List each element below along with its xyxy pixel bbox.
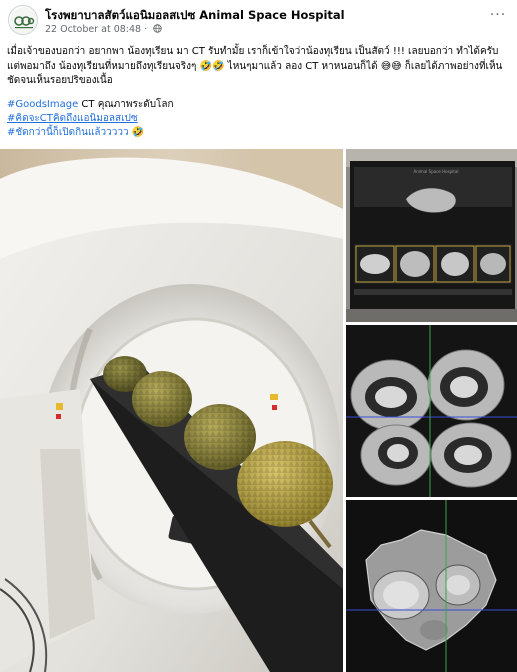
- laugh-emoji: 🤣: [131, 127, 145, 138]
- post-text: เมื่อเจ้าของบอกว่า อยากพา น้องทุเรียน มา…: [7, 46, 503, 86]
- hashtag-line-1: #GoodsImage CT คุณภาพระดับโลก: [7, 98, 174, 112]
- post-meta: 22 October at 08:48 ·: [45, 24, 162, 35]
- ct-scanner-durian-photo[interactable]: [0, 149, 343, 672]
- hashtag-line-3: #ชัดกว่านี้ก็เปิดกินแล้ววววว 🤣: [7, 126, 174, 140]
- hashtag-goodsimage[interactable]: #GoodsImage: [7, 99, 78, 110]
- ct-axial-cross-section[interactable]: [346, 325, 517, 497]
- post-timestamp[interactable]: 22 October at 08:48: [45, 24, 141, 35]
- monitor-title: Animal Space Hospital: [414, 169, 459, 174]
- ct-coronal-cross-section[interactable]: [346, 500, 517, 672]
- more-options-icon[interactable]: ···: [487, 8, 509, 22]
- hashtag-line-2: #คิดจะCTคิดถึงแอนิมอลสเปซ: [7, 112, 174, 126]
- durian-2: [132, 371, 192, 427]
- post-header: โรงพยาบาลสัตว์แอนิมอลสเปซ Animal Space H…: [0, 0, 517, 40]
- hashtag-suffix-text: CT คุณภาพระดับโลก: [78, 99, 174, 110]
- ct-monitor-photo[interactable]: Animal Space Hospital: [346, 149, 517, 322]
- meta-separator: ·: [144, 24, 148, 35]
- hashtag-ct-animal-space[interactable]: #คิดจะCTคิดถึงแอนิมอลสเปซ: [7, 113, 138, 124]
- page-name-link[interactable]: โรงพยาบาลสัตว์แอนิมอลสเปซ Animal Space H…: [45, 7, 345, 25]
- hashtag-clearer[interactable]: #ชัดกว่านี้ก็เปิดกินแล้ววววว: [7, 127, 129, 138]
- facebook-post: โรงพยาบาลสัตว์แอนิมอลสเปซ Animal Space H…: [0, 0, 517, 672]
- page-avatar[interactable]: [8, 5, 38, 35]
- post-hashtags: #GoodsImage CT คุณภาพระดับโลก #คิดจะCTคิ…: [7, 98, 174, 140]
- globe-icon: [153, 24, 162, 33]
